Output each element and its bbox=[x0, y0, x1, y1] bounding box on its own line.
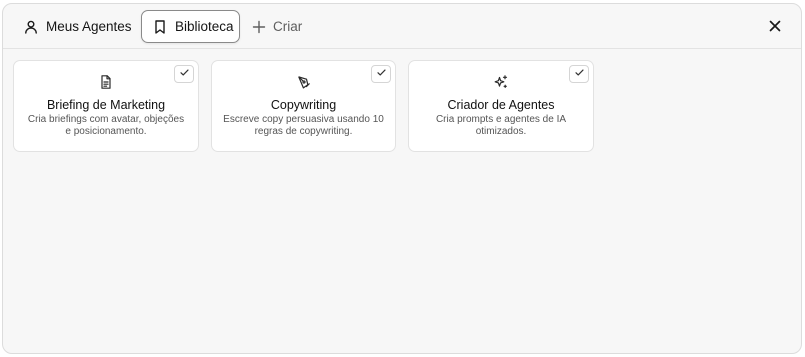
document-icon bbox=[98, 74, 114, 90]
sparkles-icon bbox=[493, 74, 509, 90]
card-title: Copywriting bbox=[270, 98, 337, 112]
card-description: Cria briefings com avatar, objeções e po… bbox=[27, 114, 185, 137]
tab-label: Biblioteca bbox=[175, 19, 234, 34]
user-icon bbox=[23, 19, 39, 35]
agent-card-briefing-marketing[interactable]: Briefing de Marketing Cria briefings com… bbox=[13, 60, 199, 152]
library-panel: Meus Agentes Biblioteca Criar Briefing d… bbox=[2, 3, 802, 354]
tab-label: Criar bbox=[273, 19, 303, 34]
bookmark-icon bbox=[152, 19, 168, 35]
check-icon bbox=[574, 65, 585, 83]
plus-icon bbox=[251, 19, 267, 35]
agent-card-criador-agentes[interactable]: Criador de Agentes Cria prompts e agente… bbox=[408, 60, 594, 152]
tab-label: Meus Agentes bbox=[46, 19, 132, 34]
card-description: Escreve copy persuasiva usando 10 regras… bbox=[223, 114, 384, 137]
close-icon bbox=[767, 20, 783, 38]
card-title: Briefing de Marketing bbox=[46, 98, 166, 112]
select-checkbox[interactable] bbox=[174, 65, 194, 83]
select-checkbox[interactable] bbox=[371, 65, 391, 83]
tab-meus-agentes[interactable]: Meus Agentes bbox=[23, 10, 132, 43]
pen-tool-icon bbox=[296, 74, 312, 90]
tab-criar[interactable]: Criar bbox=[251, 10, 302, 43]
select-checkbox[interactable] bbox=[569, 65, 589, 83]
card-title: Criador de Agentes bbox=[447, 98, 555, 112]
card-description: Cria prompts e agentes de IA otimizados. bbox=[435, 114, 567, 137]
close-button[interactable] bbox=[767, 18, 783, 34]
agent-card-copywriting[interactable]: Copywriting Escreve copy persuasiva usan… bbox=[211, 60, 396, 152]
check-icon bbox=[179, 65, 190, 83]
check-icon bbox=[376, 65, 387, 83]
tab-biblioteca[interactable]: Biblioteca bbox=[141, 10, 240, 43]
tab-bar: Meus Agentes Biblioteca Criar bbox=[3, 4, 801, 49]
